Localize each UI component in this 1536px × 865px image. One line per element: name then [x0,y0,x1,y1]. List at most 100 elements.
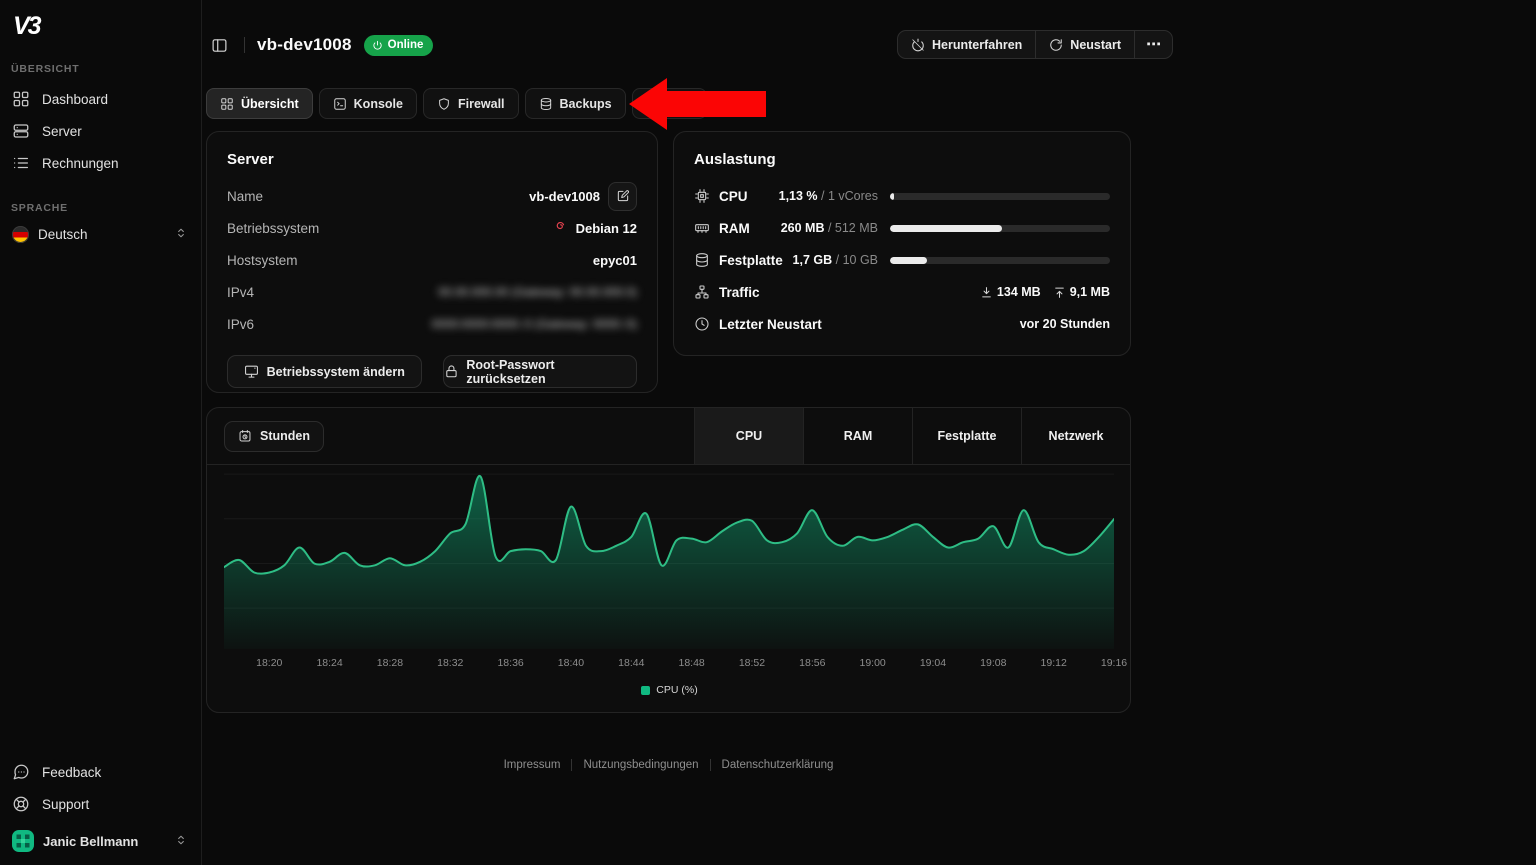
x-tick-label: 18:36 [497,657,523,669]
power-icon [372,40,383,51]
host-value: epyc01 [593,253,637,268]
sidebar-item-label: Feedback [42,765,101,780]
usage-row-disk: Festplatte 1,7 GB / 10 GB [694,244,1110,276]
more-actions-button[interactable]: ⋯ [1135,31,1172,58]
ipv4-value-redacted: 00.00.000.00 (Gateway: 00.00.000.0) [438,285,637,299]
clock-icon [694,316,710,332]
last-restart-value: vor 20 Stunden [1020,317,1110,331]
traffic-download: 134 MB [980,285,1041,299]
x-tick-label: 19:12 [1041,657,1067,669]
chart-metric-tabs: CPU RAM Festplatte Netzwerk [694,408,1130,464]
sidebar-item-rechnungen[interactable]: Rechnungen [4,147,196,179]
chart-tab-cpu[interactable]: CPU [694,408,803,464]
x-tick-label: 19:08 [980,657,1006,669]
sidebar: V3 ÜBERSICHT Dashboard Server Rechnungen… [0,0,202,865]
disk-progress-bar [890,257,1110,264]
x-tick-label: 18:40 [558,657,584,669]
x-tick-label: 18:56 [799,657,825,669]
pencil-square-icon [616,189,630,203]
ram-progress-bar [890,225,1110,232]
edit-name-button[interactable] [608,182,637,211]
chart-tab-festplatte[interactable]: Festplatte [912,408,1021,464]
grid-icon [12,90,30,108]
footer-link-nutzungsbedingungen[interactable]: Nutzungsbedingungen [583,759,698,771]
x-tick-label: 18:32 [437,657,463,669]
footer: Impressum Nutzungsbedingungen Datenschut… [206,759,1131,771]
footer-link-impressum[interactable]: Impressum [504,759,561,771]
chart-header: Stunden CPU RAM Festplatte Netzwerk [207,408,1130,465]
sidebar-item-label: Server [42,124,82,139]
monitor-icon [244,364,259,379]
shutdown-button[interactable]: Herunterfahren [898,31,1036,58]
calendar-clock-icon [238,429,252,443]
panel-left-icon [211,37,228,54]
server-row-host: Hostsystem epyc01 [227,244,637,276]
usage-row-traffic: Traffic 134 MB 9,1 MB [694,276,1110,308]
user-menu[interactable]: Janic Bellmann [4,826,196,856]
tab-firewall[interactable]: Firewall [423,88,519,119]
divider [244,37,245,53]
server-row-ipv4: IPv4 00.00.000.00 (Gateway: 00.00.000.0) [227,276,637,308]
sidebar-item-label: Dashboard [42,92,108,107]
sidebar-item-feedback[interactable]: Feedback [4,756,196,788]
terminal-icon [333,97,347,111]
change-os-button[interactable]: Betriebssystem ändern [227,355,422,388]
x-tick-label: 19:04 [920,657,946,669]
language-selected: Deutsch [38,227,88,242]
upload-icon [1053,286,1066,299]
red-arrow-annotation [627,77,767,131]
sidebar-toggle-button[interactable] [206,32,232,58]
sidebar-item-support[interactable]: Support [4,788,196,820]
reset-root-password-button[interactable]: Root-Passwort zurücksetzen [443,355,638,388]
x-tick-label: 19:00 [860,657,886,669]
x-tick-label: 18:28 [377,657,403,669]
brand-logo: V3 [13,12,40,41]
chart-tab-ram[interactable]: RAM [803,408,912,464]
page-title: vb-dev1008 [257,35,352,55]
ellipsis-icon: ⋯ [1146,37,1161,52]
sidebar-item-dashboard[interactable]: Dashboard [4,83,196,115]
chat-bubble-icon [12,763,30,781]
debian-logo-icon [553,219,568,237]
avatar [12,830,34,852]
legend-label: CPU (%) [656,684,697,696]
divider [710,759,711,771]
range-select-button[interactable]: Stunden [224,421,324,452]
cpu-progress-bar [890,193,1110,200]
usage-card-title: Auslastung [694,151,1110,168]
cpu-icon [694,188,710,204]
x-tick-label: 19:16 [1101,657,1127,669]
chart-tab-netzwerk[interactable]: Netzwerk [1021,408,1130,464]
usage-card: Auslastung CPU 1,13 % / 1 vCores RAM 260… [673,131,1131,356]
sidebar-item-label: Rechnungen [42,156,119,171]
cpu-area-chart [224,463,1114,649]
chevrons-up-down-icon [174,226,188,243]
database-icon [539,97,553,111]
footer-link-datenschutzerklaerung[interactable]: Datenschutzerklärung [722,759,834,771]
user-name: Janic Bellmann [43,834,138,849]
server-icon [12,122,30,140]
disk-usage-value: 1,7 GB / 10 GB [793,253,878,267]
disk-icon [694,252,710,268]
language-select[interactable]: Deutsch [4,219,196,249]
lifebuoy-icon [12,795,30,813]
chart-legend: CPU (%) [207,684,1132,696]
tab-konsole[interactable]: Konsole [319,88,417,119]
server-card-title: Server [227,151,637,168]
grid-icon [220,97,234,111]
server-row-os: Betriebssystem Debian 12 [227,212,637,244]
chart-card: Stunden CPU RAM Festplatte Netzwerk 18:2… [206,407,1131,713]
x-tick-label: 18:24 [316,657,342,669]
tab-backups[interactable]: Backups [525,88,626,119]
server-name-value: vb-dev1008 [529,189,600,204]
restart-button[interactable]: Neustart [1036,31,1135,58]
sidebar-item-server[interactable]: Server [4,115,196,147]
status-badge: Online [364,35,434,56]
topbar: vb-dev1008 Online [206,31,433,59]
network-icon [694,284,710,300]
os-value: Debian 12 [576,221,637,236]
sidebar-section-sprache: SPRACHE [11,202,68,214]
server-card: Server Name vb-dev1008 Betriebssystem De… [206,131,658,393]
sidebar-item-label: Support [42,797,89,812]
tab-uebersicht[interactable]: Übersicht [206,88,313,119]
